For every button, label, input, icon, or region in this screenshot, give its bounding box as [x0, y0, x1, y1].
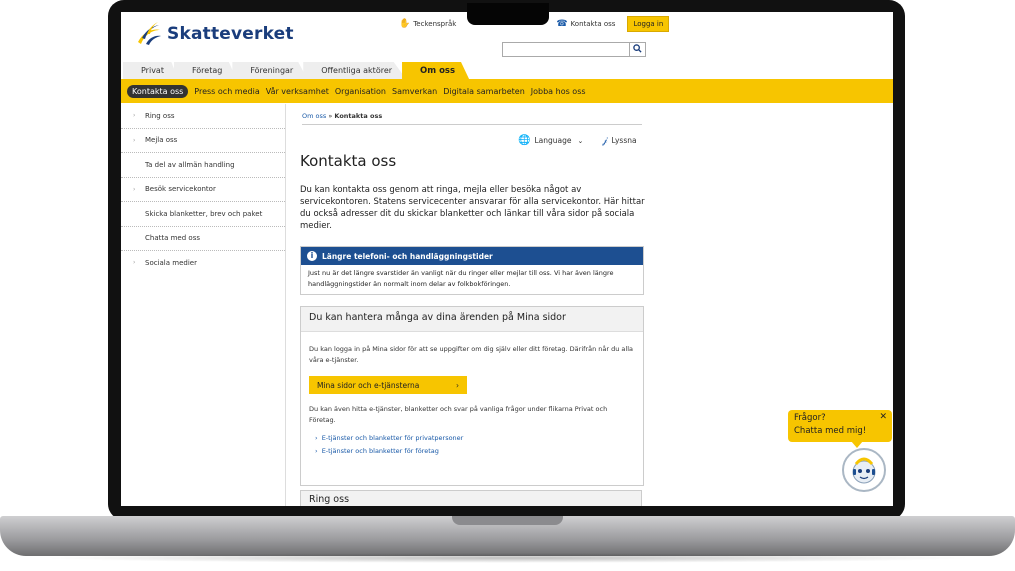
link-arrow-icon: ›: [315, 434, 318, 442]
laptop-shadow: [40, 553, 975, 563]
sidebar-item-chatta-med-oss[interactable]: Chatta med oss: [121, 227, 285, 251]
link-privatpersoner[interactable]: › E-tjänster och blanketter för privatpe…: [301, 432, 643, 445]
sidebar-item-label: Skicka blanketter, brev och paket: [145, 209, 263, 218]
chevron-right-icon: ›: [133, 185, 136, 193]
sidebar-item-allman-handling[interactable]: Ta del av allmän handling: [121, 153, 285, 178]
sign-language-icon: ✋: [399, 19, 411, 29]
listen-label: Lyssna: [611, 136, 637, 145]
sidebar: › Ring oss › Mejla oss Ta del av allmän …: [121, 104, 286, 506]
globe-icon: 🌐: [518, 135, 531, 146]
page-title: Kontakta oss: [300, 152, 397, 170]
info-box-title: Längre telefoni- och handläggningstider: [322, 251, 493, 261]
top-link-sign-language[interactable]: ✋ Teckenspråk: [399, 19, 456, 29]
language-selector[interactable]: 🌐 Language ⌄: [518, 135, 583, 146]
sidebar-item-skicka-blanketter[interactable]: Skicka blanketter, brev och paket: [121, 202, 285, 227]
top-link-label: Kontakta oss: [570, 20, 616, 28]
breadcrumb: Om oss » Kontakta oss: [302, 112, 642, 125]
button-label: Mina sidor och e-tjänsterna: [317, 380, 420, 390]
site-logo[interactable]: Skatteverket: [135, 20, 294, 48]
logo-text: Skatteverket: [167, 24, 294, 44]
ear-icon: 𝒿: [602, 135, 608, 146]
camera-notch: [467, 3, 549, 25]
chevron-right-icon: ›: [133, 259, 136, 267]
sidebar-item-label: Ta del av allmän handling: [145, 160, 235, 169]
main-tabs: Privat Företag Föreningar Offentliga akt…: [121, 62, 893, 79]
chevron-right-icon: ›: [133, 136, 136, 144]
search-button[interactable]: [630, 42, 646, 57]
sub-navigation: Kontakta oss Press och media Vår verksam…: [121, 79, 893, 103]
search-icon: [633, 43, 642, 56]
breadcrumb-separator: »: [328, 112, 333, 120]
search-input[interactable]: [502, 42, 630, 57]
ring-oss-card-header[interactable]: Ring oss: [300, 490, 642, 506]
subnav-press-och-media[interactable]: Press och media: [194, 87, 259, 96]
chat-bubble[interactable]: Frågor? Chatta med mig! ✕: [788, 410, 892, 442]
link-label: E-tjänster och blanketter för företag: [321, 447, 439, 455]
sidebar-item-label: Besök servicekontor: [145, 185, 216, 194]
top-link-contact[interactable]: ☎ Kontakta oss: [556, 19, 615, 29]
chat-bubble-tail: [851, 441, 863, 448]
subnav-jobba-hos-oss[interactable]: Jobba hos oss: [531, 87, 586, 96]
sidebar-item-label: Ring oss: [145, 111, 175, 120]
sidebar-item-ring-oss[interactable]: › Ring oss: [121, 104, 285, 129]
chatbot-avatar[interactable]: [842, 448, 886, 492]
skatteverket-logo-icon: [135, 20, 163, 48]
info-box: i Längre telefoni- och handläggningstide…: [300, 246, 644, 295]
breadcrumb-current: Kontakta oss: [334, 112, 383, 120]
robot-icon: [852, 457, 876, 484]
laptop-base-notch: [452, 516, 563, 525]
card-title: Du kan hantera många av dina ärenden på …: [301, 307, 643, 332]
mina-sidor-card: Du kan hantera många av dina ärenden på …: [300, 306, 644, 486]
phone-icon: ☎: [556, 19, 568, 29]
tab-offentliga-aktorer[interactable]: Offentliga aktörer: [303, 62, 407, 79]
info-box-header: i Längre telefoni- och handläggningstide…: [301, 247, 643, 265]
top-link-label: Teckenspråk: [413, 20, 457, 28]
info-icon: i: [307, 251, 317, 261]
info-box-body: Just nu är det längre svarstider än vanl…: [308, 269, 614, 288]
tab-foretag[interactable]: Företag: [173, 62, 237, 79]
tab-privat[interactable]: Privat: [123, 62, 178, 79]
subnav-organisation[interactable]: Organisation: [335, 87, 386, 96]
link-arrow-icon: ›: [315, 447, 318, 455]
listen-button[interactable]: 𝒿 Lyssna: [602, 135, 637, 146]
intro-text: Du kan kontakta oss genom att ringa, mej…: [300, 185, 645, 231]
link-foretag[interactable]: › E-tjänster och blanketter för företag: [301, 445, 643, 458]
language-label: Language: [534, 136, 572, 145]
sidebar-item-mejla-oss[interactable]: › Mejla oss: [121, 129, 285, 153]
subnav-kontakta-oss[interactable]: Kontakta oss: [127, 84, 189, 98]
chevron-down-icon: ⌄: [577, 136, 584, 145]
chevron-right-icon: ›: [133, 112, 136, 120]
login-button[interactable]: Logga in: [627, 16, 670, 32]
chat-line-2: Chatta med mig!: [794, 426, 867, 436]
subnav-samverkan[interactable]: Samverkan: [392, 87, 437, 96]
card-text: Du kan logga in på Mina sidor för att se…: [309, 345, 633, 364]
mina-sidor-button[interactable]: Mina sidor och e-tjänsterna ›: [309, 376, 467, 394]
sidebar-item-besok-servicekontor[interactable]: › Besök servicekontor: [121, 178, 285, 202]
chevron-right-icon: ›: [456, 380, 459, 390]
close-icon[interactable]: ✕: [879, 411, 887, 424]
tab-foreningar[interactable]: Föreningar: [232, 62, 308, 79]
sidebar-item-label: Chatta med oss: [145, 234, 200, 243]
subnav-digitala-samarbeten[interactable]: Digitala samarbeten: [443, 87, 525, 96]
card-text: Du kan även hitta e-tjänster, blanketter…: [309, 405, 608, 424]
subnav-var-verksamhet[interactable]: Vår verksamhet: [266, 87, 329, 96]
breadcrumb-link-om-oss[interactable]: Om oss: [302, 112, 326, 120]
link-label: E-tjänster och blanketter för privatpers…: [321, 434, 464, 442]
browser-screen: Skatteverket ✋ Teckenspråk ☎ Kontakta os…: [121, 12, 893, 506]
sidebar-item-sociala-medier[interactable]: › Sociala medier: [121, 251, 285, 275]
sidebar-item-label: Mejla oss: [145, 136, 178, 145]
tab-om-oss[interactable]: Om oss: [402, 62, 470, 79]
search-form: [502, 42, 646, 57]
chat-line-1: Frågor?: [794, 413, 826, 423]
sidebar-item-label: Sociala medier: [145, 258, 197, 267]
